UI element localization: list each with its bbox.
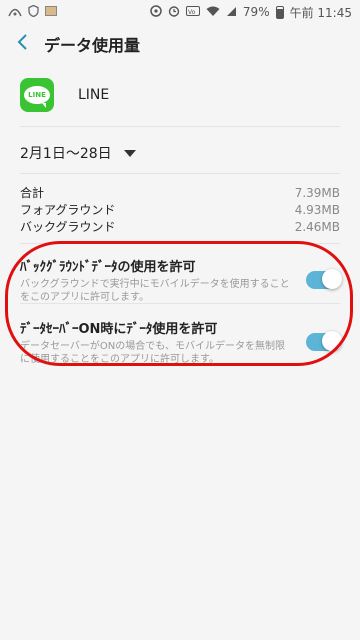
shield-icon: [28, 4, 39, 19]
setting-text: ﾊﾞｯｸｸﾞﾗｳﾝﾄﾞﾃﾞｰﾀの使用を許可 バックグラウンドで実行中にモバイルデ…: [20, 256, 290, 304]
svg-text:Vo: Vo: [188, 9, 196, 16]
battery-icon: [275, 5, 284, 19]
usage-row: フォアグラウンド 4.93MB: [20, 201, 340, 218]
image-icon: [45, 6, 57, 18]
toggle-knob: [322, 331, 342, 351]
setting-title: ﾃﾞｰﾀｾｰﾊﾞｰON時にﾃﾞｰﾀ使用を許可: [20, 322, 218, 337]
clock: 午前 11:45: [289, 5, 352, 20]
line-logo-bubble: LINE: [24, 86, 50, 108]
volte-icon: Vo: [185, 6, 200, 18]
alarm-icon: [168, 5, 180, 19]
background-data-toggle[interactable]: [306, 269, 342, 289]
divider: [20, 126, 340, 127]
usage-row: 合計 7.39MB: [20, 184, 340, 201]
usage-label: 合計: [20, 186, 45, 200]
setting-description: データセーバーがONの場合でも、モバイルデータを無制限に使用することをこのアプリ…: [20, 341, 285, 365]
sync-icon: [150, 5, 162, 19]
divider: [20, 303, 340, 304]
usage-value: 2.46MB: [294, 219, 340, 234]
date-range-selector[interactable]: 2月1日〜28日: [20, 142, 136, 164]
divider: [20, 243, 340, 244]
status-right: Vo 79% 午前 11:45: [150, 4, 352, 21]
data-saver-setting[interactable]: ﾃﾞｰﾀｾｰﾊﾞｰON時にﾃﾞｰﾀ使用を許可 データセーバーがONの場合でも、モ…: [20, 318, 342, 366]
date-range-label: 2月1日〜28日: [20, 146, 112, 162]
battery-percent: 79%: [242, 5, 270, 19]
usage-row: バックグラウンド 2.46MB: [20, 218, 340, 235]
divider: [20, 173, 340, 174]
status-left: [8, 4, 57, 19]
background-data-setting[interactable]: ﾊﾞｯｸｸﾞﾗｳﾝﾄﾞﾃﾞｰﾀの使用を許可 バックグラウンドで実行中にモバイルデ…: [20, 256, 342, 304]
wifi-icon: [206, 6, 220, 19]
usage-summary: 合計 7.39MB フォアグラウンド 4.93MB バックグラウンド 2.46M…: [20, 184, 340, 235]
back-button[interactable]: [0, 24, 44, 64]
usage-value: 4.93MB: [294, 202, 340, 217]
chevron-left-icon: [16, 32, 28, 57]
page-title: データ使用量: [44, 36, 141, 55]
signal-icon: [8, 5, 22, 19]
app-info: LINE LINE: [20, 75, 340, 115]
setting-title: ﾊﾞｯｸｸﾞﾗｳﾝﾄﾞﾃﾞｰﾀの使用を許可: [20, 260, 196, 275]
usage-value: 7.39MB: [294, 185, 340, 200]
line-logo-text: LINE: [28, 91, 46, 99]
data-saver-toggle[interactable]: [306, 331, 342, 351]
setting-description: バックグラウンドで実行中にモバイルデータを使用することをこのアプリに許可します。: [20, 279, 290, 303]
caret-down-icon: [123, 149, 136, 157]
header: データ使用量: [0, 24, 360, 64]
app-name: LINE: [78, 87, 110, 103]
line-app-icon: LINE: [20, 78, 54, 112]
cellular-icon: [226, 6, 237, 19]
usage-label: フォアグラウンド: [20, 203, 116, 217]
setting-text: ﾃﾞｰﾀｾｰﾊﾞｰON時にﾃﾞｰﾀ使用を許可 データセーバーがONの場合でも、モ…: [20, 318, 290, 366]
usage-label: バックグラウンド: [20, 220, 116, 234]
toggle-knob: [322, 269, 342, 289]
status-bar: Vo 79% 午前 11:45: [0, 0, 360, 24]
